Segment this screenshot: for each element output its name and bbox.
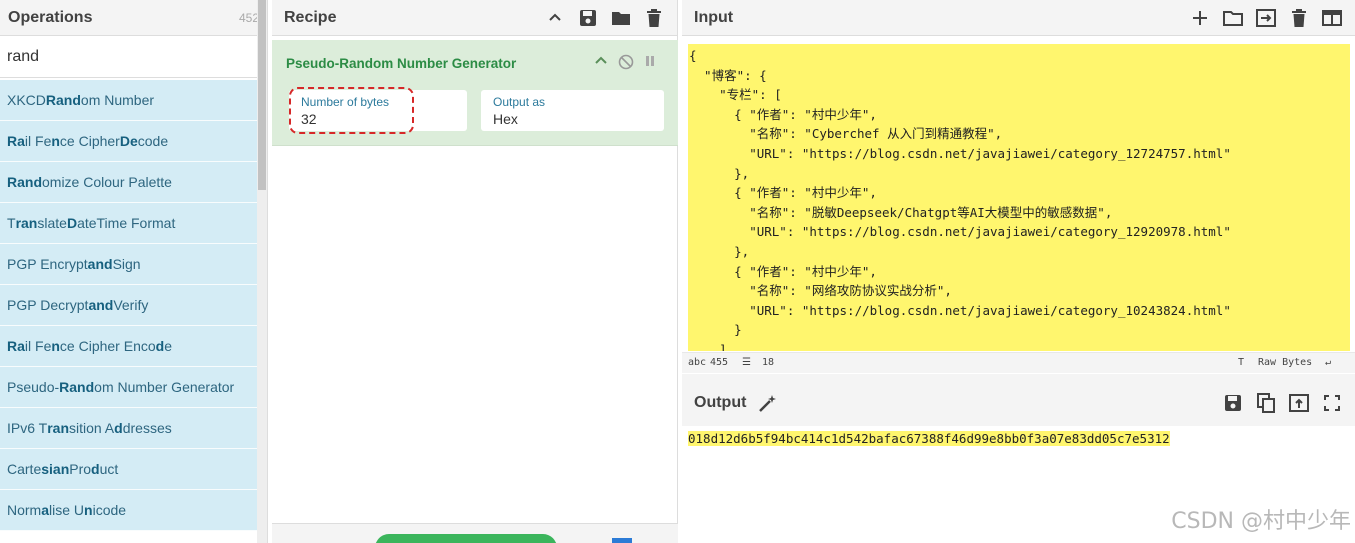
operation-item[interactable]: Pseudo- Rand om Number Generator: [0, 367, 258, 408]
char-count: 455: [710, 357, 729, 368]
folder-icon[interactable]: [610, 7, 632, 29]
load-file-icon[interactable]: [1255, 7, 1277, 29]
lines-icon: ☰: [742, 357, 751, 368]
recipe-panel: Recipe Pseudo-Random Number Generator Nu…: [272, 0, 678, 543]
line-count: 18: [762, 357, 775, 368]
watermark: CSDN @村中少年: [1171, 509, 1351, 534]
operations-header: Operations 452: [0, 0, 267, 36]
save-output-icon[interactable]: [1222, 392, 1244, 414]
auto-bake-checkbox[interactable]: [612, 538, 632, 543]
operation-controls: [594, 54, 656, 70]
magic-wand-icon[interactable]: [757, 392, 779, 414]
operation-item[interactable]: PGP Decrypt and Verify: [0, 285, 258, 326]
recipe-footer: [272, 523, 678, 543]
operation-item[interactable]: IPv6 Tran sition Ad dresses: [0, 408, 258, 449]
search-input[interactable]: [7, 47, 260, 66]
output-area[interactable]: 018d12d6b5f94bc414c1d542bafac67388f46d99…: [688, 430, 1170, 448]
operations-list: XKCD Rand om Number Ra il Fe n ce Cipher De co…: [0, 80, 258, 531]
text-encoding-icon[interactable]: T: [1238, 357, 1244, 368]
input-text[interactable]: { "博客": { "专栏": [ { "作者": "村中少年", "名称": …: [688, 44, 1350, 351]
open-folder-icon[interactable]: [1222, 7, 1244, 29]
output-text[interactable]: 018d12d6b5f94bc414c1d542bafac67388f46d99…: [688, 431, 1170, 446]
disable-icon[interactable]: [618, 54, 634, 70]
char-count-icon: abc: [688, 357, 707, 368]
output-as-field[interactable]: Output as Hex: [481, 90, 664, 131]
operations-scrollbar[interactable]: [257, 0, 267, 543]
annotation-highlight: [289, 87, 414, 134]
recipe-operation-name: Pseudo-Random Number Generator: [286, 56, 517, 71]
io-panel: Input { "博客": { "专栏": [ { "作者": "村中少年", …: [682, 0, 1355, 543]
line-ending-icon[interactable]: ↵: [1325, 357, 1331, 368]
operation-item[interactable]: Carte sian Pro d uct: [0, 449, 258, 490]
recipe-operation-card[interactable]: Pseudo-Random Number Generator Number of…: [272, 40, 678, 146]
operation-item[interactable]: Ra il Fe n ce Cipher De code: [0, 121, 258, 162]
input-header: Input: [682, 0, 1355, 36]
output-title: Output: [694, 394, 747, 411]
chevron-up-icon[interactable]: [544, 7, 566, 29]
operation-item[interactable]: XKCD Rand om Number: [0, 80, 258, 121]
trash-icon[interactable]: [1288, 7, 1310, 29]
input-title: Input: [694, 8, 734, 26]
output-as-value[interactable]: Hex: [493, 111, 652, 127]
collapse-icon[interactable]: [594, 54, 608, 70]
input-textarea[interactable]: { "博客": { "专栏": [ { "作者": "村中少年", "名称": …: [688, 44, 1350, 351]
pause-icon[interactable]: [644, 54, 656, 70]
operation-item[interactable]: Norm a lise Un icode: [0, 490, 258, 531]
bake-button[interactable]: [375, 534, 557, 543]
operation-item[interactable]: PGP Encrypt and Sign: [0, 244, 258, 285]
operations-count: 452: [238, 10, 259, 25]
operations-panel: Operations 452 XKCD Random NumberRail Fe…: [0, 0, 268, 543]
replace-input-icon[interactable]: [1288, 392, 1310, 414]
raw-bytes-label[interactable]: Raw Bytes: [1258, 357, 1312, 368]
copy-icon[interactable]: [1255, 392, 1277, 414]
operations-title: Operations: [8, 8, 93, 26]
layout-icon[interactable]: [1321, 7, 1343, 29]
trash-icon[interactable]: [643, 7, 665, 29]
input-status-bar: abc 455 ☰ 18 T Raw Bytes ↵: [682, 352, 1355, 373]
operation-item[interactable]: Ra il Fe n ce Cipher Enco d e: [0, 326, 258, 367]
output-header: Output: [682, 380, 1355, 426]
recipe-title: Recipe: [284, 8, 337, 26]
scrollbar-thumb[interactable]: [258, 0, 266, 190]
save-icon[interactable]: [577, 7, 599, 29]
maximize-icon[interactable]: [1321, 392, 1343, 414]
plus-icon[interactable]: [1189, 7, 1211, 29]
operation-item[interactable]: Tran slate DateTime Format: [0, 203, 258, 244]
operations-search[interactable]: [0, 36, 267, 78]
operation-item[interactable]: Rand omize Colour Palette: [0, 162, 258, 203]
recipe-header: Recipe: [272, 0, 677, 36]
output-as-label: Output as: [493, 95, 546, 109]
